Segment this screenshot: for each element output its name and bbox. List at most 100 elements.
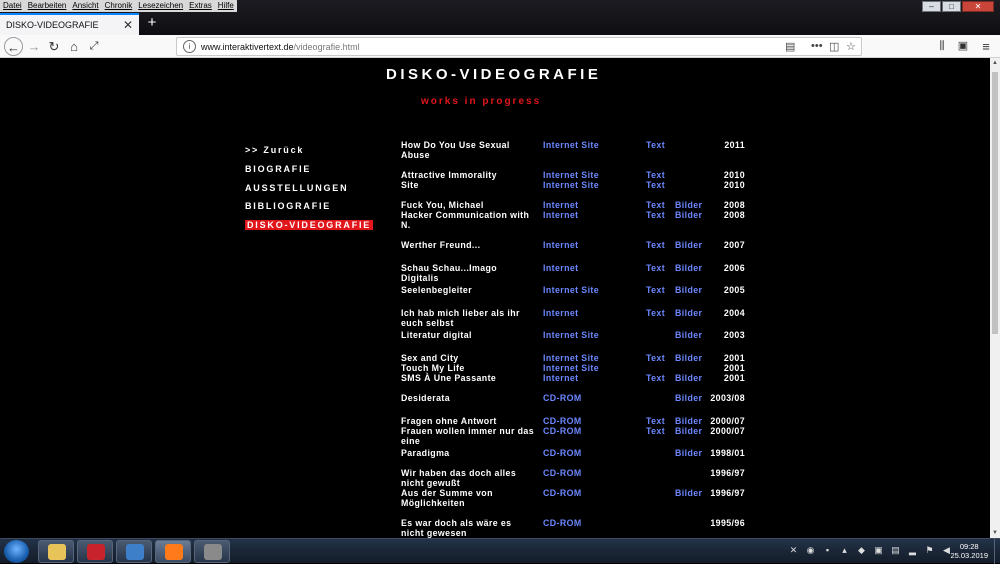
reader-view-icon[interactable]: ▤	[785, 40, 795, 53]
entry-text-link[interactable]: Text	[646, 308, 665, 318]
entry-images-link[interactable]: Bilder	[675, 308, 702, 318]
entry-images-link[interactable]: Bilder	[675, 416, 702, 426]
entry-images-link[interactable]: Bilder	[675, 263, 702, 273]
show-desktop-button[interactable]	[994, 539, 1000, 564]
entry-media-link[interactable]: CD-ROM	[543, 416, 582, 426]
entry-text-link[interactable]: Text	[646, 140, 665, 150]
tray-app-icon[interactable]: ▴	[839, 545, 850, 556]
entry-images-link[interactable]: Bilder	[675, 285, 702, 295]
menu-item-lesezeichen[interactable]: Lesezeichen	[135, 0, 186, 12]
entry-images-link[interactable]: Bilder	[675, 393, 702, 403]
entry-text-link[interactable]: Text	[646, 285, 665, 295]
nav-link-ausstellungen[interactable]: AUSSTELLUNGEN	[245, 182, 373, 201]
entry-media-link[interactable]: Internet	[543, 263, 578, 273]
home-button[interactable]: ⌂	[66, 37, 82, 56]
entry-media-link[interactable]: Internet Site	[543, 363, 599, 373]
reload-button[interactable]: ↻	[46, 37, 62, 56]
scrollbar-thumb[interactable]	[992, 72, 998, 334]
entry-images-link[interactable]: Bilder	[675, 448, 702, 458]
network-icon[interactable]: ▂	[907, 545, 918, 556]
nav-link-back[interactable]: >> Zurück	[245, 144, 373, 163]
action-center-icon[interactable]: ⚑	[924, 545, 935, 556]
entry-images-link[interactable]: Bilder	[675, 200, 702, 210]
entry-images-link[interactable]: Bilder	[675, 353, 702, 363]
tray-app-icon[interactable]: ▪	[822, 545, 833, 556]
taskbar-app-file-explorer[interactable]	[38, 540, 74, 563]
entry-images-link[interactable]: Bilder	[675, 330, 702, 340]
taskbar-app-thunderbird[interactable]	[116, 540, 152, 563]
clock[interactable]: 09:28 25.03.2019	[950, 542, 988, 560]
close-window-button[interactable]: ✕	[962, 1, 994, 12]
menu-item-hilfe[interactable]: Hilfe	[215, 0, 237, 12]
minimize-button[interactable]: –	[922, 1, 941, 12]
vertical-scrollbar[interactable]: ▲ ▼	[990, 58, 1000, 538]
sidebar-icon[interactable]: ▣	[955, 37, 971, 56]
entry-text-link[interactable]: Text	[646, 373, 665, 383]
entry-images-link[interactable]: Bilder	[675, 210, 702, 220]
tray-app-icon[interactable]: ▤	[890, 545, 901, 556]
info-icon[interactable]: i	[183, 40, 196, 53]
entry-media-link[interactable]: Internet	[543, 373, 578, 383]
start-button[interactable]	[4, 540, 29, 563]
bookmark-star-icon[interactable]: ☆	[846, 40, 856, 53]
nav-link-disko-videografie[interactable]: DISKO-VIDEOGRAFIE	[245, 219, 374, 238]
library-icon[interactable]: ⫼	[934, 37, 950, 56]
maximize-button[interactable]: □	[942, 1, 961, 12]
entry-media-link[interactable]: Internet Site	[543, 140, 599, 150]
entry-images-link[interactable]: Bilder	[675, 373, 702, 383]
nav-link-bibliografie[interactable]: BIBLIOGRAFIE	[245, 200, 373, 219]
url-text[interactable]: www.interaktivertext.de/videografie.html	[201, 42, 360, 52]
entry-media-link[interactable]: Internet Site	[543, 285, 599, 295]
entry-images-link[interactable]: Bilder	[675, 488, 702, 498]
entry-text-link[interactable]: Text	[646, 263, 665, 273]
taskbar-app-filezilla[interactable]	[77, 540, 113, 563]
scroll-up-icon[interactable]: ▲	[991, 60, 999, 66]
menu-item-chronik[interactable]: Chronik	[102, 0, 136, 12]
scroll-down-icon[interactable]: ▼	[991, 530, 999, 536]
entry-text-link[interactable]: Text	[646, 200, 665, 210]
new-tab-button[interactable]: +	[143, 13, 161, 33]
entry-images-link[interactable]: Bilder	[675, 426, 702, 436]
entry-media-link[interactable]: Internet Site	[543, 353, 599, 363]
page-actions-icon[interactable]: •••	[811, 40, 823, 52]
entry-media-link[interactable]: Internet Site	[543, 170, 599, 180]
entry-text-link[interactable]: Text	[646, 210, 665, 220]
entry-media-link[interactable]: Internet	[543, 240, 578, 250]
entry-text-link[interactable]: Text	[646, 353, 665, 363]
nav-link-biografie[interactable]: BIOGRAFIE	[245, 163, 373, 182]
entry-images-link[interactable]: Bilder	[675, 240, 702, 250]
entry-media-link[interactable]: Internet Site	[543, 330, 599, 340]
entry-media-link[interactable]: Internet	[543, 200, 578, 210]
pocket-icon[interactable]: ◫	[829, 40, 839, 53]
entry-media-link[interactable]: CD-ROM	[543, 468, 582, 478]
entry-media-link[interactable]: CD-ROM	[543, 488, 582, 498]
menu-item-bearbeiten[interactable]: Bearbeiten	[25, 0, 70, 12]
tray-app-icon[interactable]: ◉	[805, 545, 816, 556]
entry-media-link[interactable]: Internet	[543, 308, 578, 318]
entry-media-link[interactable]: CD-ROM	[543, 393, 582, 403]
entry-media-link[interactable]: CD-ROM	[543, 518, 582, 528]
tray-app-icon[interactable]: ◆	[856, 545, 867, 556]
tab-active[interactable]: DISKO-VIDEOGRAFIE ✕	[0, 13, 139, 35]
entry-text-link[interactable]: Text	[646, 180, 665, 190]
taskbar-app-firefox[interactable]	[155, 540, 191, 563]
entry-media-link[interactable]: Internet	[543, 210, 578, 220]
entry-text-link[interactable]: Text	[646, 240, 665, 250]
entry-text-link[interactable]: Text	[646, 170, 665, 180]
tray-app-icon[interactable]: ▣	[873, 545, 884, 556]
menu-item-ansicht[interactable]: Ansicht	[69, 0, 101, 12]
entry-text-link[interactable]: Text	[646, 426, 665, 436]
tab-close-icon[interactable]: ✕	[123, 18, 133, 32]
back-button[interactable]: ←	[4, 37, 23, 56]
entry-text-link[interactable]: Text	[646, 416, 665, 426]
url-bar[interactable]: i www.interaktivertext.de/videografie.ht…	[176, 37, 862, 56]
menu-item-datei[interactable]: Datei	[0, 0, 25, 12]
entry-media-link[interactable]: CD-ROM	[543, 426, 582, 436]
fullscreen-button[interactable]: ⤢	[86, 37, 102, 56]
menu-item-extras[interactable]: Extras	[186, 0, 215, 12]
entry-media-link[interactable]: CD-ROM	[543, 448, 582, 458]
hamburger-menu-icon[interactable]: ≡	[978, 37, 994, 56]
tray-app-icon[interactable]: ✕	[788, 545, 799, 556]
taskbar-app-eye-app[interactable]	[194, 540, 230, 563]
forward-button[interactable]: →	[26, 37, 42, 56]
